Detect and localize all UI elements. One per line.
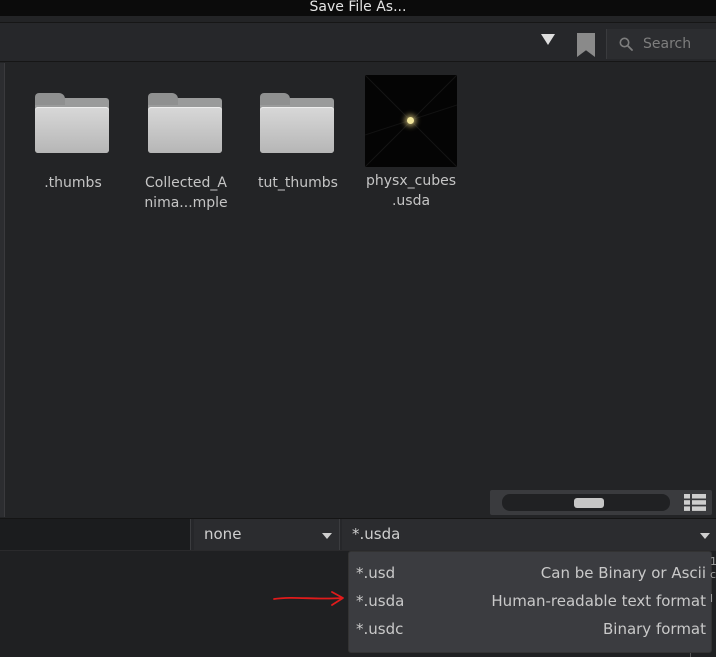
chevron-down-icon [700, 533, 710, 539]
menu-item-pattern: *.usdc [356, 620, 404, 638]
option-select-value: none [204, 525, 242, 543]
file-item-tut-thumbs[interactable]: tut_thumbs [248, 63, 348, 193]
grid-left-edge [0, 63, 5, 517]
clipped-text: l [710, 592, 714, 605]
list-view-icon[interactable] [684, 494, 706, 511]
toolbar [0, 22, 716, 62]
option-select[interactable]: none [194, 519, 340, 551]
file-item-label: .thumbs [23, 173, 123, 193]
filetype-select[interactable]: *.usda [342, 519, 716, 551]
clipped-text: 1 [710, 555, 716, 568]
filetype-select-value: *.usda [352, 525, 401, 543]
save-file-dialog: Save File As... .thumbs Collected_A nima.… [0, 0, 716, 657]
label-line: .thumbs [44, 175, 102, 191]
menu-item-description: Can be Binary or Ascii [540, 564, 706, 582]
file-item-collected-animation-sample[interactable]: Collected_A nima...mple [136, 63, 236, 213]
menu-item-pattern: *.usda [356, 592, 405, 610]
file-item-label: physx_cubes .usda [361, 171, 461, 211]
label-line: nima...mple [144, 195, 228, 211]
file-item-label: Collected_A nima...mple [136, 173, 236, 213]
scrollbar-thumb[interactable] [574, 498, 604, 508]
label-line: tut_thumbs [258, 175, 338, 191]
usda-thumbnail-icon [365, 75, 457, 167]
file-item-thumbs[interactable]: .thumbs [23, 63, 123, 193]
menu-item-description: Human-readable text format [491, 592, 706, 610]
file-item-label: tut_thumbs [248, 173, 348, 193]
file-item-physx-cubes[interactable]: physx_cubes .usda [361, 63, 461, 211]
menu-item-usda[interactable]: *.usda Human-readable text format [349, 588, 713, 614]
search-box[interactable] [606, 29, 716, 59]
menu-item-pattern: *.usd [356, 564, 396, 582]
red-arrow-annotation-icon [273, 591, 344, 606]
search-icon [619, 37, 633, 51]
menu-item-usdc[interactable]: *.usdc Binary format [349, 616, 713, 642]
folder-icon [148, 93, 224, 155]
label-line: .usda [391, 193, 431, 209]
bottom-bar: none *.usda [0, 518, 716, 551]
horizontal-scrollbar[interactable] [490, 490, 712, 515]
light-glow [407, 117, 414, 124]
scrollbar-track[interactable] [502, 494, 670, 511]
bookmark-icon[interactable] [577, 33, 595, 57]
folder-icon [260, 93, 336, 155]
search-input[interactable] [643, 33, 715, 55]
chevron-down-icon [322, 533, 332, 539]
clipped-text: c [710, 568, 716, 581]
label-line: physx_cubes [366, 173, 456, 189]
folder-icon [35, 93, 111, 155]
label-line: Collected_A [145, 175, 227, 191]
filename-field[interactable] [0, 519, 191, 551]
file-grid: .thumbs Collected_A nima...mple tut_thumb… [0, 63, 716, 517]
menu-item-description: Binary format [602, 620, 706, 638]
menu-item-usd[interactable]: *.usd Can be Binary or Ascii [349, 560, 713, 586]
dialog-title: Save File As... [0, 0, 716, 16]
filetype-dropdown-menu: *.usd Can be Binary or Ascii *.usda Huma… [348, 551, 712, 653]
path-dropdown-arrow-icon[interactable] [541, 34, 555, 45]
